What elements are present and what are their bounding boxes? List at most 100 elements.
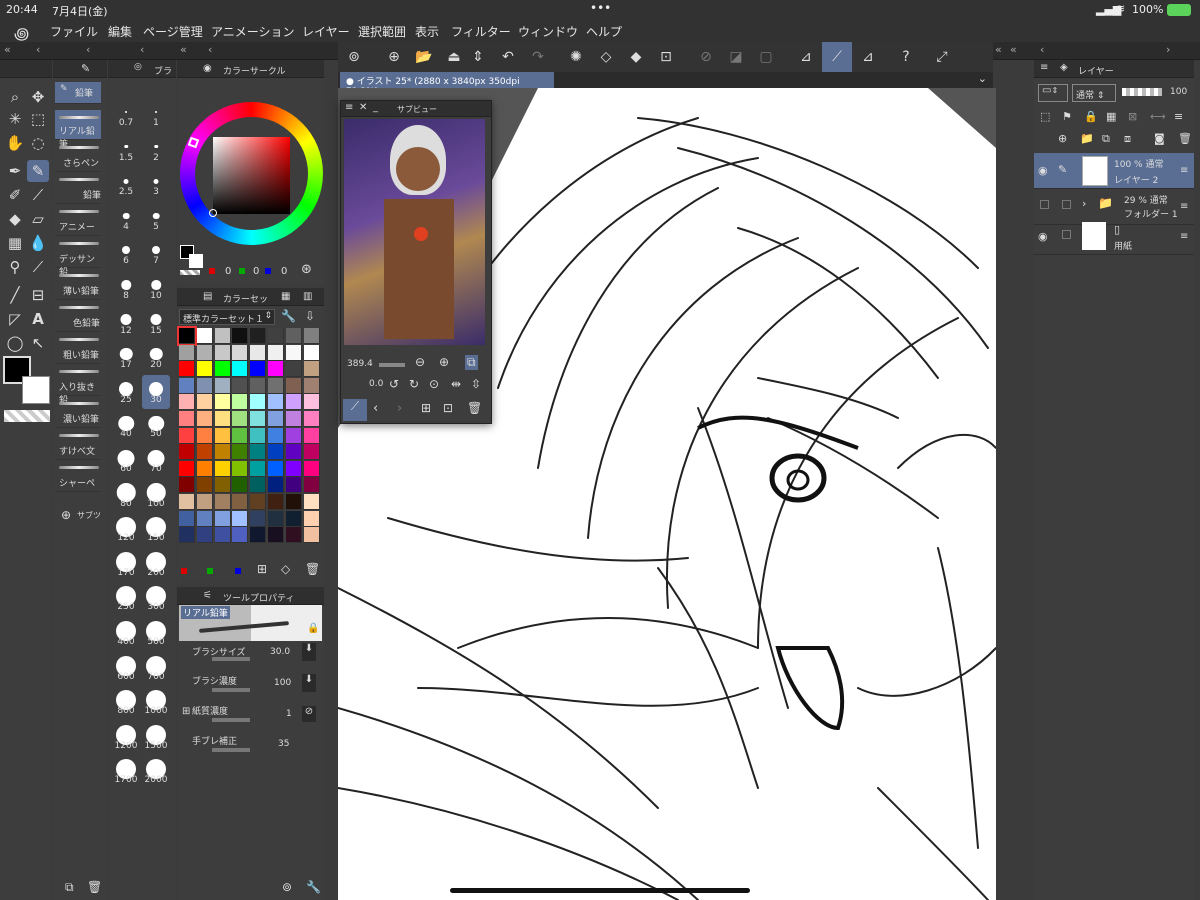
chevron-left-icon[interactable]: ‹	[86, 43, 90, 56]
chevron-left-icon[interactable]: ‹	[208, 43, 212, 56]
mask-enable-icon[interactable]: ⊠	[1128, 110, 1137, 123]
brush-size-option[interactable]: 30	[142, 374, 170, 409]
color-swatch[interactable]	[179, 427, 195, 444]
eraser-icon[interactable]: ▱	[27, 208, 49, 230]
color-swatch[interactable]	[214, 510, 231, 527]
wrench-icon[interactable]: 🔧	[306, 880, 321, 894]
brush-size-option[interactable]: 17	[112, 340, 140, 374]
brush-item[interactable]: 薄い鉛筆	[55, 270, 101, 300]
ruler-link-icon[interactable]: ⟷	[1150, 110, 1166, 123]
reference-layer-icon[interactable]: ⚑	[1062, 110, 1072, 123]
fullscreen-icon[interactable]: ⤢	[930, 46, 954, 68]
pencil-edit-icon[interactable]: ✎	[1058, 163, 1067, 176]
color-swatch[interactable]	[232, 361, 249, 378]
color-swatch[interactable]	[179, 344, 195, 361]
new-file-icon[interactable]: ⊕	[382, 46, 406, 68]
color-swatch[interactable]	[179, 510, 195, 527]
blend-mode-select[interactable]: 通常 ⇕	[1072, 84, 1116, 102]
chevron-left-icon[interactable]: ‹	[36, 43, 40, 56]
brush-size-option[interactable]: 400	[112, 617, 140, 651]
app-menu-icon[interactable]: ⊚	[342, 46, 366, 68]
color-swatch[interactable]	[285, 344, 302, 361]
previous-icon[interactable]: ‹	[373, 401, 378, 416]
color-swatch[interactable]	[196, 444, 213, 461]
brush-size-option[interactable]: 25	[112, 375, 140, 409]
menu-layer[interactable]: レイヤー	[302, 23, 350, 40]
paper-density-slider[interactable]	[212, 718, 250, 722]
transform-icon[interactable]: ⊡	[654, 46, 678, 68]
color-swatch[interactable]	[268, 460, 284, 477]
brush-size-option[interactable]: 2000	[142, 755, 170, 789]
brush-density-dropdown-icon[interactable]: ⬇	[302, 674, 316, 692]
tool-property-title[interactable]: ツールプロパティ	[223, 591, 294, 604]
chevron-down-icon[interactable]: ⌄	[978, 72, 987, 85]
color-swatch[interactable]	[268, 394, 284, 411]
ruler-icon[interactable]: ◸	[4, 308, 26, 330]
flip-horizontal-icon[interactable]: ⇹	[451, 377, 461, 391]
new-layer-icon[interactable]: ⊕	[1058, 132, 1067, 145]
reference-image[interactable]	[344, 119, 485, 345]
brush-size-option[interactable]: 1700	[112, 755, 140, 789]
multitask-dots[interactable]: •••	[590, 1, 611, 15]
chevron-left-icon[interactable]: ‹	[1040, 43, 1044, 56]
color-swatch[interactable]	[214, 361, 231, 378]
stabilization-slider[interactable]	[212, 748, 250, 752]
color-swatch[interactable]	[214, 460, 231, 477]
add-sub-tool-label[interactable]: サブツ	[77, 510, 101, 521]
color-swatch[interactable]	[232, 444, 249, 461]
color-swatch[interactable]	[303, 510, 320, 527]
brush-item[interactable]: すけべ文	[55, 430, 101, 460]
menu-file[interactable]: ファイル	[50, 23, 98, 40]
line-icon[interactable]: ╱	[4, 284, 26, 306]
menu-animation[interactable]: アニメーション	[211, 23, 295, 40]
brush-size-option[interactable]: 15	[142, 306, 170, 340]
color-swatch[interactable]	[268, 411, 284, 427]
collapse-left-icon[interactable]: «	[180, 43, 187, 56]
canvas-tab[interactable]: ● イラスト 25* (2880 x 3840px 350dpi 73.3%)	[340, 72, 554, 97]
flip-vertical-icon[interactable]: ⇳	[471, 377, 481, 391]
color-swatch[interactable]	[232, 510, 249, 527]
settings-icon[interactable]: ⊚	[282, 880, 292, 894]
pen-snap-icon[interactable]: ⊿	[856, 46, 880, 68]
brush-size-option[interactable]: 40	[112, 409, 140, 443]
new-folder-icon[interactable]: 📁	[1080, 132, 1094, 145]
brush-size-option[interactable]: 2.5	[112, 167, 140, 201]
grid-view-icon[interactable]: ⊞	[421, 401, 431, 415]
color-swatch[interactable]	[214, 527, 231, 544]
lock-layer-icon[interactable]: 🔒	[1084, 110, 1098, 123]
next-icon[interactable]: ›	[397, 401, 402, 416]
duplicate-icon[interactable]: ⧉	[65, 880, 74, 895]
menu-selection[interactable]: 選択範囲	[358, 23, 406, 40]
color-swatch[interactable]	[196, 527, 213, 544]
color-swatch[interactable]	[214, 377, 231, 394]
color-swatch[interactable]	[285, 411, 302, 427]
selection-icon[interactable]: ▢	[754, 46, 778, 68]
color-swatch[interactable]	[303, 527, 320, 544]
color-swatch[interactable]	[232, 527, 249, 544]
trash-icon[interactable]: 🗑	[87, 880, 102, 894]
color-swatch[interactable]	[250, 444, 267, 461]
brush-item[interactable]: 鉛筆	[55, 174, 101, 204]
hand-icon[interactable]: ✋	[4, 132, 26, 154]
brush-size-option[interactable]: 5	[142, 202, 170, 236]
clip-icon[interactable]: ⬚	[1040, 110, 1050, 123]
home-indicator[interactable]	[450, 888, 750, 893]
fill-icon[interactable]: ◆	[624, 46, 648, 68]
saturation-value-square[interactable]	[213, 137, 290, 214]
color-swatch[interactable]	[250, 527, 267, 544]
color-set-select[interactable]: 標準カラーセット１ ⇕	[179, 309, 275, 325]
transparent-mini[interactable]	[180, 270, 200, 275]
brush-size-option[interactable]: 200	[142, 548, 170, 582]
brush-size-option[interactable]: 0.7	[112, 98, 140, 132]
color-swatch[interactable]	[214, 328, 231, 344]
color-swatch[interactable]	[303, 394, 320, 411]
color-swatch[interactable]	[268, 328, 284, 344]
brush-size-tab-label[interactable]: ブラ	[154, 64, 172, 77]
layer-row[interactable]: ◉ ✎ 100 % 通常 レイヤー 2 ≡	[1034, 153, 1194, 189]
save-icon[interactable]: ⏏	[442, 46, 466, 68]
menu-page[interactable]: ページ管理	[143, 23, 203, 40]
color-swatch[interactable]	[285, 427, 302, 444]
eyedropper-icon[interactable]: ⟋	[343, 399, 367, 421]
tab-pencil[interactable]: ✎ 鉛筆	[55, 82, 101, 104]
add-color-icon[interactable]: ⊞	[257, 562, 267, 576]
